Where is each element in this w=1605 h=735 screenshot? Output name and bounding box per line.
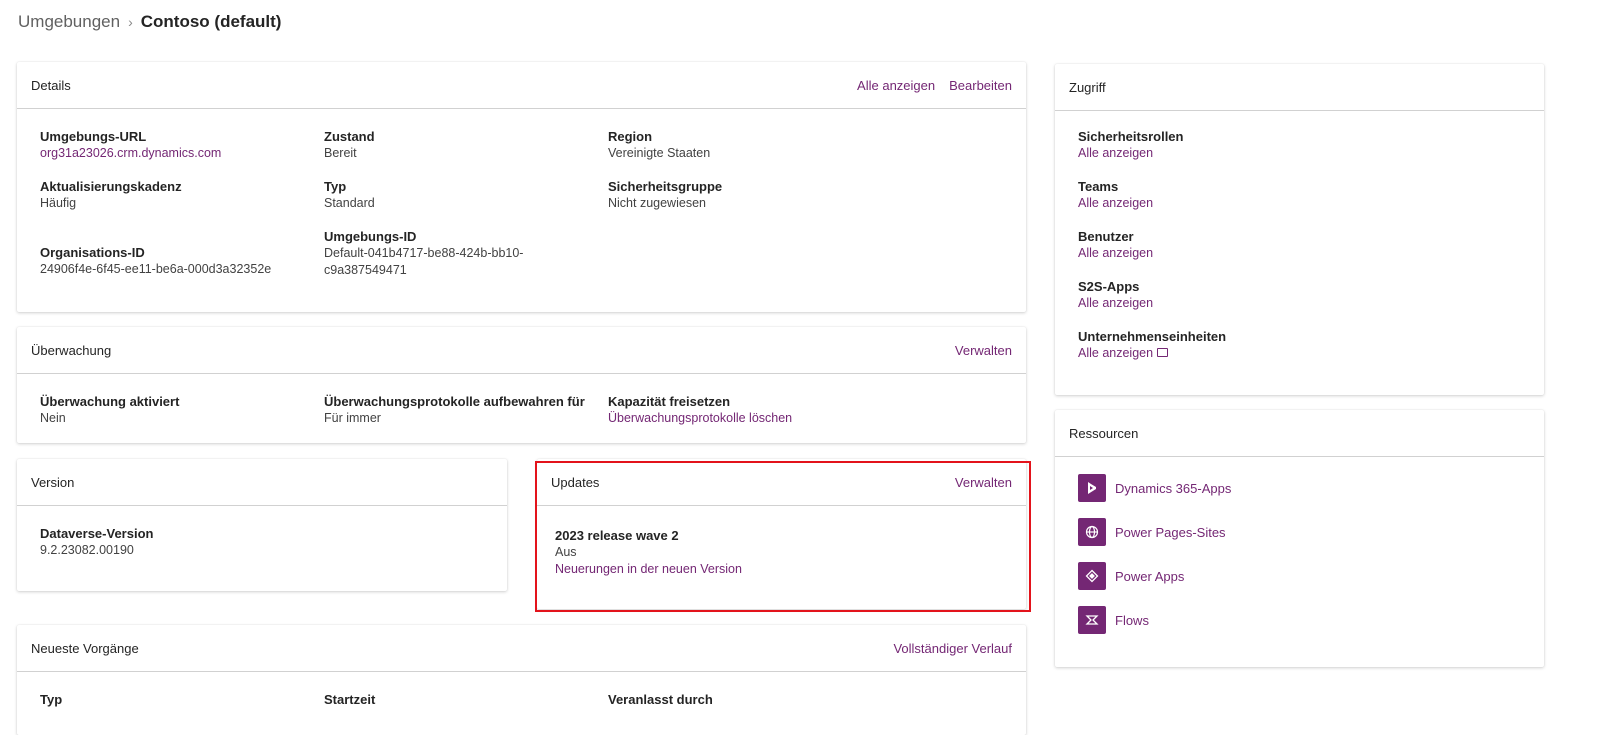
details-edit-link[interactable]: Bearbeiten (949, 78, 1012, 93)
users-show-all-link[interactable]: Alle anzeigen (1078, 245, 1153, 262)
audit-title: Überwachung (31, 342, 112, 358)
teams-show-all-link[interactable]: Alle anzeigen (1078, 195, 1153, 212)
access-title: Zugriff (1069, 79, 1106, 95)
audit-card: Überwachung Verwalten Überwachung aktivi… (17, 327, 1026, 443)
details-card: Details Alle anzeigen Bearbeiten Umgebun… (17, 62, 1026, 312)
version-title: Version (31, 474, 75, 490)
resource-power-pages-sites[interactable]: Power Pages-Sites (1078, 518, 1226, 546)
resource-dynamics-365-apps[interactable]: Dynamics 365-Apps (1078, 474, 1231, 502)
updates-highlight-box (535, 461, 1031, 612)
recent-operations-card: Neueste Vorgänge Vollständiger Verlauf T… (17, 625, 1026, 735)
column-header-start-time[interactable]: Startzeit (324, 691, 375, 708)
details-header: Details Alle anzeigen Bearbeiten (17, 62, 1026, 109)
power-apps-icon (1078, 562, 1106, 590)
field-region: Region Vereinigte Staaten (608, 129, 711, 160)
chevron-right-icon: › (128, 14, 133, 30)
page-title: Contoso (default) (140, 12, 282, 31)
breadcrumb-environments-link[interactable]: Umgebungen (18, 12, 120, 32)
field-security-group: Sicherheitsgruppe Nicht zugewiesen (608, 179, 723, 210)
s2s-apps-show-all-link[interactable]: Alle anzeigen (1078, 295, 1153, 312)
access-item-users: Benutzer Alle anzeigen (1078, 229, 1154, 262)
access-item-s2s-apps: S2S-Apps Alle anzeigen (1078, 279, 1154, 312)
column-header-type[interactable]: Typ (40, 691, 62, 708)
resources-header: Ressourcen (1055, 410, 1544, 457)
field-type: Typ Standard (324, 179, 375, 210)
field-audit-enabled: Überwachung aktiviert Nein (40, 394, 180, 425)
access-item-business-units: Unternehmenseinheiten Alle anzeigen (1078, 329, 1227, 362)
access-item-teams: Teams Alle anzeigen (1078, 179, 1154, 212)
recent-header: Neueste Vorgänge Vollständiger Verlauf (17, 625, 1026, 672)
field-dataverse-version: Dataverse-Version 9.2.23082.00190 (40, 526, 154, 557)
business-units-show-all-link[interactable]: Alle anzeigen (1078, 345, 1226, 362)
full-history-link[interactable]: Vollständiger Verlauf (893, 641, 1012, 656)
version-header: Version (17, 459, 507, 506)
field-state: Zustand Bereit (324, 129, 375, 160)
resources-card: Ressourcen Dynamics 365-Apps Power Pages… (1055, 410, 1544, 667)
column-header-initiated-by[interactable]: Veranlasst durch (608, 691, 713, 708)
field-audit-capacity: Kapazität freisetzen Überwachungsprotoko… (608, 394, 793, 427)
field-org-id: Organisations-ID 24906f4e-6f45-ee11-be6a… (40, 245, 272, 276)
details-title: Details (31, 77, 71, 93)
flows-icon (1078, 606, 1106, 634)
field-cadence: Aktualisierungskadenz Häufig (40, 179, 182, 210)
audit-manage-link[interactable]: Verwalten (955, 343, 1012, 358)
access-item-security-roles: Sicherheitsrollen Alle anzeigen (1078, 129, 1184, 162)
version-card: Version Dataverse-Version 9.2.23082.0019… (17, 459, 507, 591)
field-audit-retention: Überwachungsprotokolle aufbewahren für F… (324, 394, 585, 425)
field-env-url: Umgebungs-URL org31a23026.crm.dynamics.c… (40, 129, 222, 162)
env-url-link[interactable]: org31a23026.crm.dynamics.com (40, 145, 221, 162)
field-env-id: Umgebungs-ID Default-041b4717-be88-424b-… (324, 229, 524, 277)
breadcrumb: Umgebungen › Contoso (default) (18, 10, 281, 34)
recent-title: Neueste Vorgänge (31, 640, 139, 656)
globe-icon (1078, 518, 1106, 546)
access-card: Zugriff Sicherheitsrollen Alle anzeigen … (1055, 64, 1544, 395)
resource-flows[interactable]: Flows (1078, 606, 1149, 634)
dynamics-icon (1078, 474, 1106, 502)
resource-power-apps[interactable]: Power Apps (1078, 562, 1184, 590)
external-link-icon (1157, 348, 1169, 357)
security-roles-show-all-link[interactable]: Alle anzeigen (1078, 145, 1183, 162)
delete-audit-logs-link[interactable]: Überwachungsprotokolle löschen (608, 410, 792, 427)
resources-title: Ressourcen (1069, 425, 1139, 441)
details-show-all-link[interactable]: Alle anzeigen (857, 78, 935, 93)
audit-header: Überwachung Verwalten (17, 327, 1026, 374)
access-header: Zugriff (1055, 64, 1544, 111)
